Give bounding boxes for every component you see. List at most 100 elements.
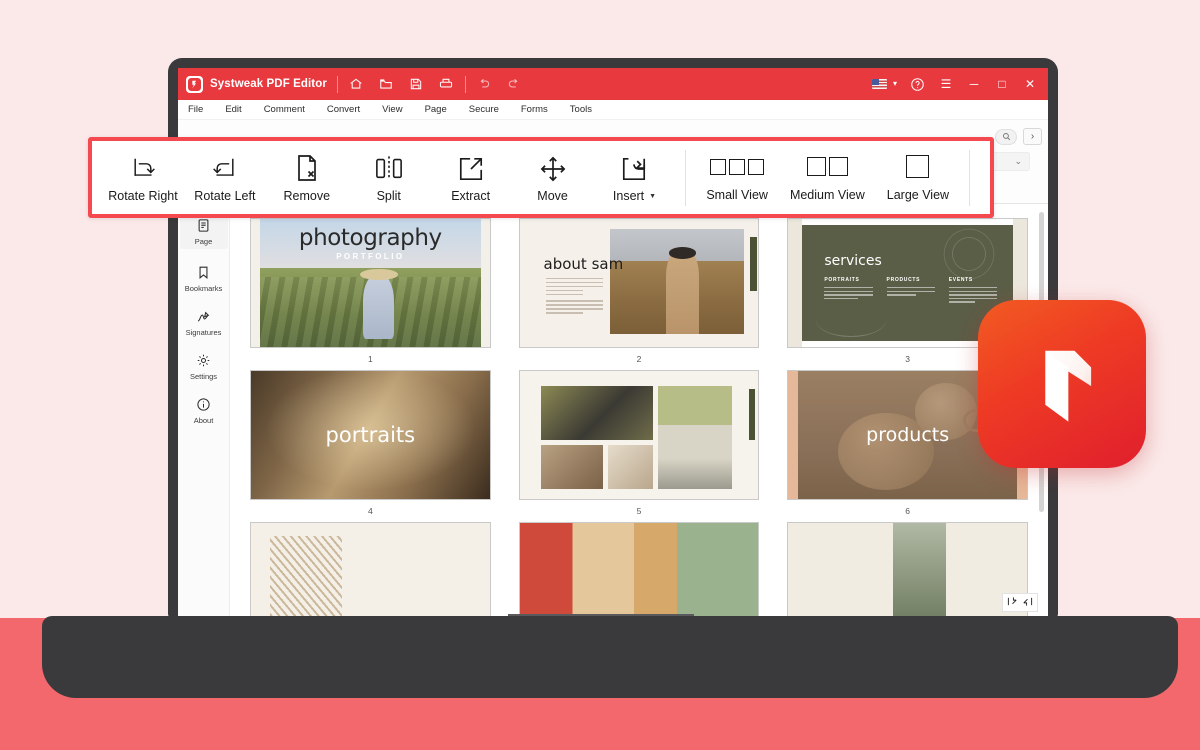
menu-item-tools[interactable]: Tools [570, 104, 592, 115]
extract-page-icon [458, 152, 484, 182]
menu-item-page[interactable]: Page [425, 104, 447, 115]
slide-subtitle: PORTFOLIO [336, 252, 405, 261]
view-label: Small View [706, 187, 768, 202]
page-thumbnails-panel[interactable]: photography PORTFOLIO 1 about sam 2 serv… [230, 204, 1048, 618]
sidebar-item-label: Page [194, 237, 213, 246]
menu-item-view[interactable]: View [382, 104, 402, 115]
fit-page-icon[interactable] [1022, 596, 1033, 609]
search-icon[interactable] [995, 128, 1017, 145]
systweak-p-logo-icon [186, 75, 203, 93]
insert-page-button[interactable]: Insert ▼ [594, 152, 676, 203]
move-page-button[interactable]: Move [512, 152, 594, 203]
sidebar-item-signatures[interactable]: Signatures [180, 308, 228, 337]
small-view-icon [710, 154, 765, 180]
us-flag-icon[interactable] [871, 79, 887, 89]
menu-item-edit[interactable]: Edit [225, 104, 241, 115]
tool-label: Rotate Right [108, 189, 178, 203]
undo-icon[interactable] [476, 76, 493, 93]
systweak-pdf-editor-app-icon [978, 300, 1146, 468]
sidebar-item-about[interactable]: About [180, 396, 228, 425]
left-sidebar: Page Bookmarks Signatures Settings About [178, 204, 230, 618]
thumbnail-preview[interactable] [518, 522, 760, 618]
home-icon[interactable] [348, 76, 365, 93]
help-icon[interactable] [909, 76, 926, 93]
thumbnail-item[interactable]: 7 [250, 522, 491, 618]
sidebar-item-settings[interactable]: Settings [180, 352, 228, 381]
slide-column-heading: PRODUCTS [886, 277, 921, 283]
slide-title: about sam [543, 254, 624, 273]
sidebar-item-page[interactable]: Page [179, 214, 228, 249]
menu-item-forms[interactable]: Forms [521, 104, 548, 115]
save-icon[interactable] [408, 76, 425, 93]
rotate-left-button[interactable]: Rotate Left [184, 152, 266, 203]
ribbon-right-controls: › [995, 128, 1042, 145]
thumbnail-item[interactable]: 9 [787, 522, 1028, 618]
thumbnail-preview[interactable] [250, 522, 491, 618]
workspace: Page Bookmarks Signatures Settings About… [178, 204, 1048, 618]
thumbnail-preview[interactable] [787, 522, 1028, 618]
remove-page-button[interactable]: Remove [266, 152, 348, 203]
titlebar-divider-2 [464, 75, 466, 93]
thumbnail-item[interactable]: 5 [518, 370, 760, 516]
slide-artwork [788, 523, 1027, 618]
laptop-base [42, 616, 1178, 698]
thumbnail-preview[interactable]: portraits [250, 370, 491, 500]
sidebar-item-label: Signatures [185, 328, 222, 337]
menu-item-convert[interactable]: Convert [327, 104, 360, 115]
chevron-down-icon: ⌄ [1014, 156, 1022, 166]
view-label: Large View [886, 187, 950, 202]
chevron-down-icon[interactable]: ▾ [893, 80, 897, 88]
move-arrows-icon [540, 152, 566, 182]
medium-view-button[interactable]: Medium View [780, 154, 875, 202]
rotate-right-button[interactable]: Rotate Right [102, 152, 184, 203]
menu-hamburger-icon[interactable]: ☰ [938, 78, 954, 90]
slide-title: portraits [325, 423, 416, 447]
close-button[interactable]: ✕ [1022, 78, 1038, 90]
large-view-button[interactable]: Large View [877, 154, 959, 202]
slide-column-heading: PORTRAITS [824, 277, 860, 283]
large-view-icon [906, 154, 930, 180]
menu-item-file[interactable]: File [188, 104, 203, 115]
print-icon[interactable] [438, 76, 455, 93]
thumbnail-item[interactable]: photography PORTFOLIO 1 [250, 218, 491, 364]
slide-artwork: about sam [519, 219, 759, 347]
titlebar-divider-1 [336, 75, 338, 93]
thumbnail-item[interactable]: portraits 4 [250, 370, 491, 516]
thumbnail-page-number: 1 [367, 354, 373, 364]
thumbnail-preview[interactable]: about sam [518, 218, 760, 348]
menu-item-comment[interactable]: Comment [264, 104, 305, 115]
thumbnail-item[interactable]: about sam 2 [518, 218, 760, 364]
slide-artwork [519, 371, 759, 499]
rotate-right-icon [129, 152, 157, 182]
sidebar-item-label: Bookmarks [184, 284, 223, 293]
extract-page-button[interactable]: Extract [430, 152, 512, 203]
remove-page-icon [295, 152, 319, 182]
menu-item-secure[interactable]: Secure [469, 104, 499, 115]
sidebar-item-bookmarks[interactable]: Bookmarks [180, 264, 228, 293]
tool-label: Rotate Left [194, 189, 256, 203]
page-tools-toolbar: Rotate Right Rotate Left Remove Split Ex… [88, 137, 994, 218]
sidebar-item-label: Settings [189, 372, 218, 381]
slide-body-text [545, 277, 604, 316]
split-page-icon [375, 152, 403, 182]
slide-artwork [251, 523, 490, 618]
toolbar-divider-right [969, 149, 970, 206]
tool-label: Insert ▼ [613, 189, 656, 203]
thumbnail-item[interactable]: 8 [518, 522, 760, 618]
chevron-down-icon[interactable]: ▼ [649, 193, 656, 200]
open-folder-icon[interactable] [378, 76, 395, 93]
thumbnail-preview[interactable] [518, 370, 760, 500]
fit-width-icon[interactable] [1007, 596, 1018, 609]
minimize-button[interactable]: ─ [966, 78, 982, 90]
toolbar-divider-left [685, 149, 687, 206]
thumbnail-page-number: 4 [367, 506, 373, 516]
split-page-button[interactable]: Split [348, 152, 430, 203]
maximize-button[interactable]: □ [994, 78, 1010, 90]
slide-title: services [824, 253, 882, 269]
view-size-group: Small View Medium View Large View [696, 154, 959, 202]
thumbnail-preview[interactable]: photography PORTFOLIO [250, 218, 491, 348]
small-view-button[interactable]: Small View [696, 154, 778, 202]
chevron-right-icon[interactable]: › [1023, 128, 1042, 145]
redo-icon[interactable] [506, 76, 523, 93]
slide-artwork [519, 523, 759, 618]
